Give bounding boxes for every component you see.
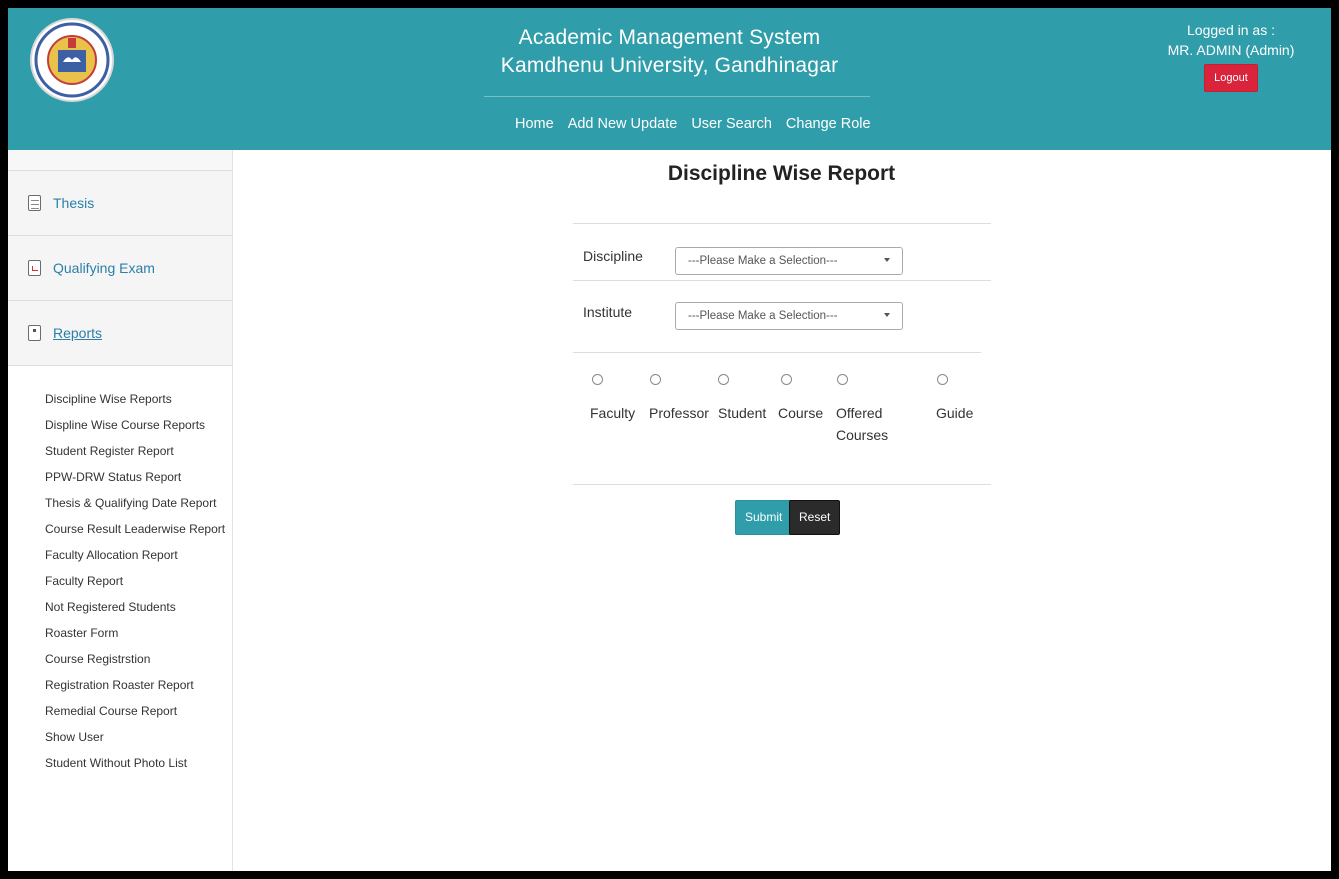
report-link-ppw-drw-status[interactable]: PPW-DRW Status Report [45, 464, 232, 490]
nav-user-search[interactable]: User Search [684, 110, 779, 144]
report-link-discipline-wise[interactable]: Discipline Wise Reports [45, 386, 232, 412]
app-title: Academic Management System Kamdhenu Univ… [8, 24, 1331, 80]
header: Academic Management System Kamdhenu Univ… [8, 8, 1331, 150]
sidebar-item-label: Qualifying Exam [53, 260, 155, 276]
logout-button[interactable]: Logout [1204, 64, 1258, 92]
report-link-course-result-leaderwise[interactable]: Course Result Leaderwise Report [45, 516, 232, 542]
sidebar: Thesis Qualifying Exam Reports Disciplin… [8, 150, 233, 871]
report-link-registration-roaster[interactable]: Registration Roaster Report [45, 672, 232, 698]
logged-in-label: Logged in as : [1187, 22, 1275, 38]
chevron-down-icon [884, 313, 890, 317]
institute-select[interactable]: ---Please Make a Selection--- [675, 302, 903, 330]
page-title: Discipline Wise Report [667, 162, 896, 185]
thesis-icon [28, 195, 41, 211]
institute-select-value: ---Please Make a Selection--- [688, 310, 838, 322]
form-divider [573, 280, 991, 281]
institute-label: Institute [583, 304, 633, 320]
radio-label-faculty: Faculty [590, 405, 636, 421]
document-icon [28, 260, 41, 276]
radio-guide[interactable] [937, 374, 948, 385]
radio-label-course: Course [778, 405, 824, 421]
radio-offered-courses[interactable] [837, 374, 848, 385]
sidebar-item-label: Reports [53, 325, 103, 341]
sidebar-top-strip [8, 150, 232, 171]
radio-professor[interactable] [650, 374, 661, 385]
form-divider-top [573, 223, 991, 224]
chevron-down-icon [884, 258, 890, 262]
report-link-student-register[interactable]: Student Register Report [45, 438, 232, 464]
radio-label-guide: Guide [936, 405, 974, 421]
nav-change-role[interactable]: Change Role [779, 110, 878, 144]
nav-home[interactable]: Home [508, 110, 561, 144]
report-link-show-user[interactable]: Show User [45, 724, 232, 750]
report-icon [28, 325, 41, 341]
radio-label-offered-courses: Offered Courses [836, 405, 889, 443]
sidebar-item-thesis[interactable]: Thesis [8, 171, 232, 236]
nav-add-new-update[interactable]: Add New Update [561, 110, 685, 144]
report-link-discipline-course[interactable]: Displine Wise Course Reports [45, 412, 232, 438]
sidebar-item-label: Thesis [53, 195, 95, 211]
sidebar-item-qualifying-exam[interactable]: Qualifying Exam [8, 236, 232, 301]
radio-label-professor: Professor [649, 405, 709, 421]
report-link-faculty-allocation[interactable]: Faculty Allocation Report [45, 542, 232, 568]
discipline-select[interactable]: ---Please Make a Selection--- [675, 247, 903, 275]
radio-student[interactable] [718, 374, 729, 385]
radio-course[interactable] [781, 374, 792, 385]
reset-button[interactable]: Reset [789, 500, 841, 535]
sidebar-item-reports[interactable]: Reports [8, 301, 232, 366]
discipline-select-value: ---Please Make a Selection--- [688, 255, 838, 267]
discipline-label: Discipline [583, 248, 643, 264]
top-nav: Home Add New Update User Search Change R… [508, 110, 878, 144]
user-info: Logged in as : MR. ADMIN (Admin) Logout [1161, 20, 1301, 92]
header-divider [484, 96, 870, 97]
radio-faculty[interactable] [592, 374, 603, 385]
user-name: MR. ADMIN (Admin) [1167, 42, 1295, 58]
report-link-course-registration[interactable]: Course Registrstion [45, 646, 232, 672]
report-link-faculty[interactable]: Faculty Report [45, 568, 232, 594]
form-divider [573, 352, 981, 353]
report-link-thesis-qualifying-date[interactable]: Thesis & Qualifying Date Report [45, 490, 232, 516]
app-title-line2: Kamdhenu University, Gandhinagar [500, 54, 839, 77]
submit-button[interactable]: Submit [735, 500, 793, 535]
reports-submenu: Discipline Wise Reports Displine Wise Co… [8, 366, 232, 776]
report-link-not-registered[interactable]: Not Registered Students [45, 594, 232, 620]
report-link-remedial-course[interactable]: Remedial Course Report [45, 698, 232, 724]
form-divider-bottom [573, 484, 991, 485]
app-title-line1: Academic Management System [518, 26, 821, 49]
report-link-student-without-photo[interactable]: Student Without Photo List [45, 750, 232, 776]
radio-label-student: Student [718, 405, 767, 421]
report-link-roaster-form[interactable]: Roaster Form [45, 620, 232, 646]
app-frame: Academic Management System Kamdhenu Univ… [8, 8, 1331, 871]
